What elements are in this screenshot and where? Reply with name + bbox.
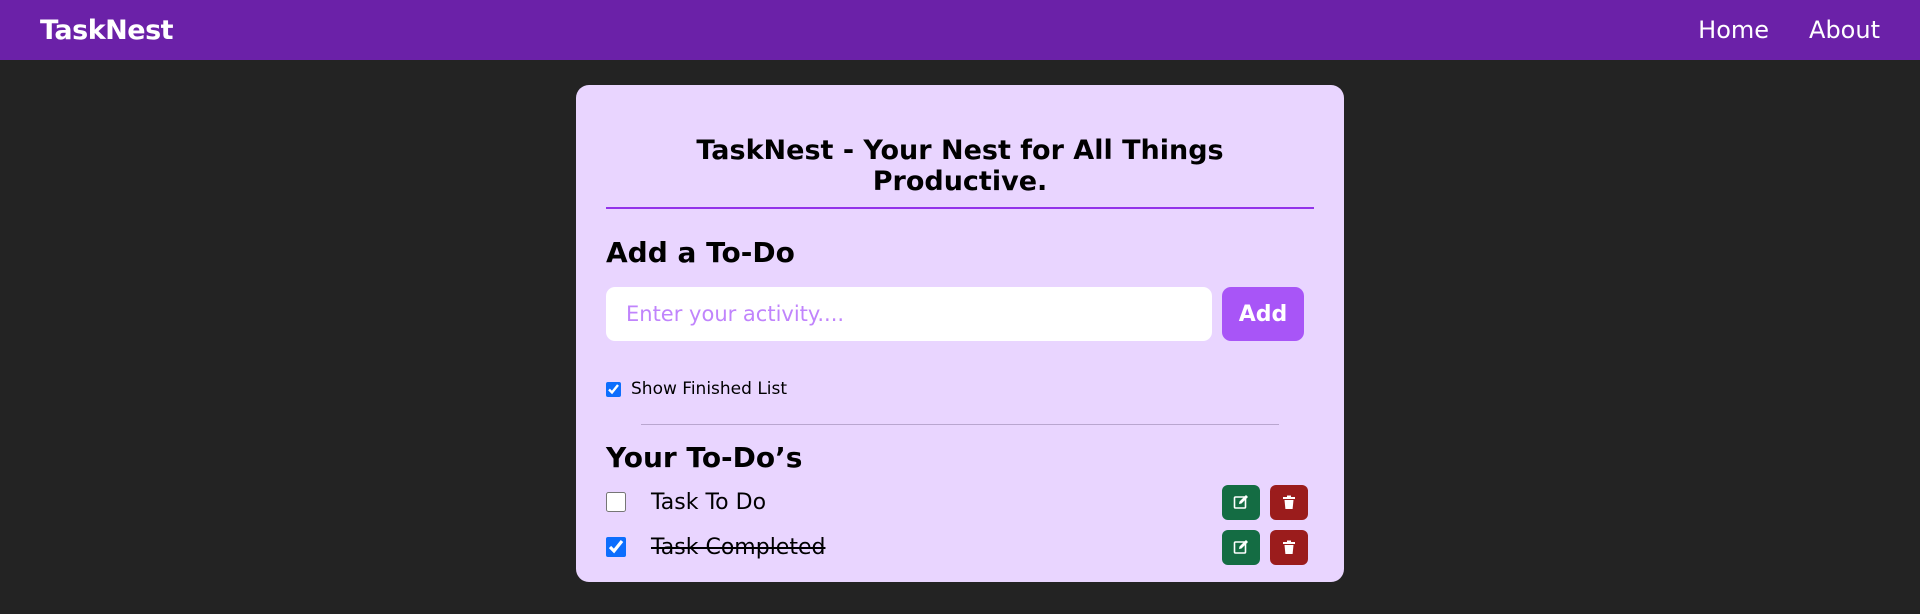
todo-item: Task To Do (606, 484, 1314, 520)
nav-link-about[interactable]: About (1809, 16, 1880, 44)
edit-button[interactable] (1222, 529, 1260, 565)
todo-text: Task To Do (651, 489, 767, 515)
delete-button[interactable] (1270, 529, 1308, 565)
edit-icon (1233, 495, 1248, 509)
todo-text: Task Completed (651, 534, 826, 560)
brand-logo[interactable]: TaskNest (40, 15, 174, 46)
trash-icon (1283, 495, 1295, 509)
add-todo-row: Add (606, 287, 1314, 341)
divider (641, 424, 1279, 425)
todo-item: Task Completed (606, 529, 1314, 565)
show-finished-toggle[interactable]: Show Finished List (606, 379, 1314, 399)
edit-button[interactable] (1222, 484, 1260, 520)
todo-card: TaskNest - Your Nest for All Things Prod… (576, 85, 1344, 582)
nav-links: Home About (1698, 16, 1880, 44)
todo-checkbox[interactable] (606, 492, 626, 512)
show-finished-checkbox[interactable] (606, 381, 621, 397)
delete-button[interactable] (1270, 484, 1308, 520)
card-title: TaskNest - Your Nest for All Things Prod… (606, 135, 1314, 209)
trash-icon (1283, 540, 1295, 554)
activity-input[interactable] (606, 287, 1212, 341)
add-button[interactable]: Add (1222, 287, 1304, 341)
todos-heading: Your To-Do’s (606, 441, 803, 474)
edit-icon (1233, 540, 1248, 554)
todo-checkbox[interactable] (606, 537, 626, 557)
add-todo-heading: Add a To-Do (606, 236, 795, 269)
nav-link-home[interactable]: Home (1698, 16, 1769, 44)
navbar: TaskNest Home About (0, 0, 1920, 60)
show-finished-label: Show Finished List (631, 379, 788, 399)
